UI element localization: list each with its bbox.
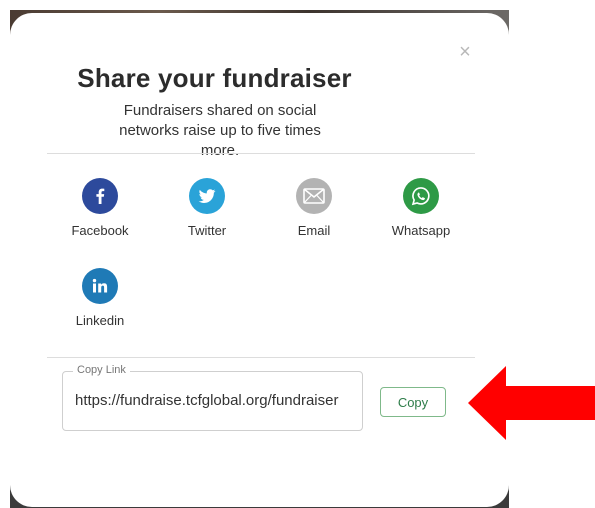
share-twitter-button[interactable]: Twitter bbox=[162, 178, 252, 238]
share-twitter-label: Twitter bbox=[187, 223, 227, 238]
share-whatsapp-label: Whatsapp bbox=[391, 223, 451, 238]
modal-title: Share your fundraiser bbox=[77, 63, 352, 93]
close-icon[interactable]: × bbox=[456, 42, 474, 62]
divider-bottom bbox=[47, 357, 475, 358]
share-modal: × Share your fundraiser Fundraisers shar… bbox=[10, 13, 509, 507]
twitter-icon bbox=[189, 178, 225, 214]
divider-top bbox=[47, 153, 475, 154]
share-email-label: Email bbox=[297, 223, 331, 238]
linkedin-icon bbox=[82, 268, 118, 304]
share-facebook-button[interactable]: Facebook bbox=[55, 178, 145, 238]
share-email-button[interactable]: Email bbox=[269, 178, 359, 238]
whatsapp-icon bbox=[403, 178, 439, 214]
facebook-icon bbox=[82, 178, 118, 214]
copy-link-field: Copy Link bbox=[62, 364, 363, 431]
share-linkedin-label: Linkedin bbox=[75, 313, 125, 328]
copy-button[interactable]: Copy bbox=[380, 387, 446, 417]
copy-link-label: Copy Link bbox=[73, 364, 130, 376]
share-facebook-label: Facebook bbox=[71, 223, 129, 238]
modal-subtitle: Fundraisers shared on social networks ra… bbox=[119, 102, 321, 159]
red-arrow-annotation bbox=[468, 366, 595, 440]
share-linkedin-button[interactable]: Linkedin bbox=[55, 268, 145, 328]
share-whatsapp-button[interactable]: Whatsapp bbox=[376, 178, 466, 238]
copy-link-input[interactable] bbox=[75, 392, 351, 409]
email-icon bbox=[296, 178, 332, 214]
